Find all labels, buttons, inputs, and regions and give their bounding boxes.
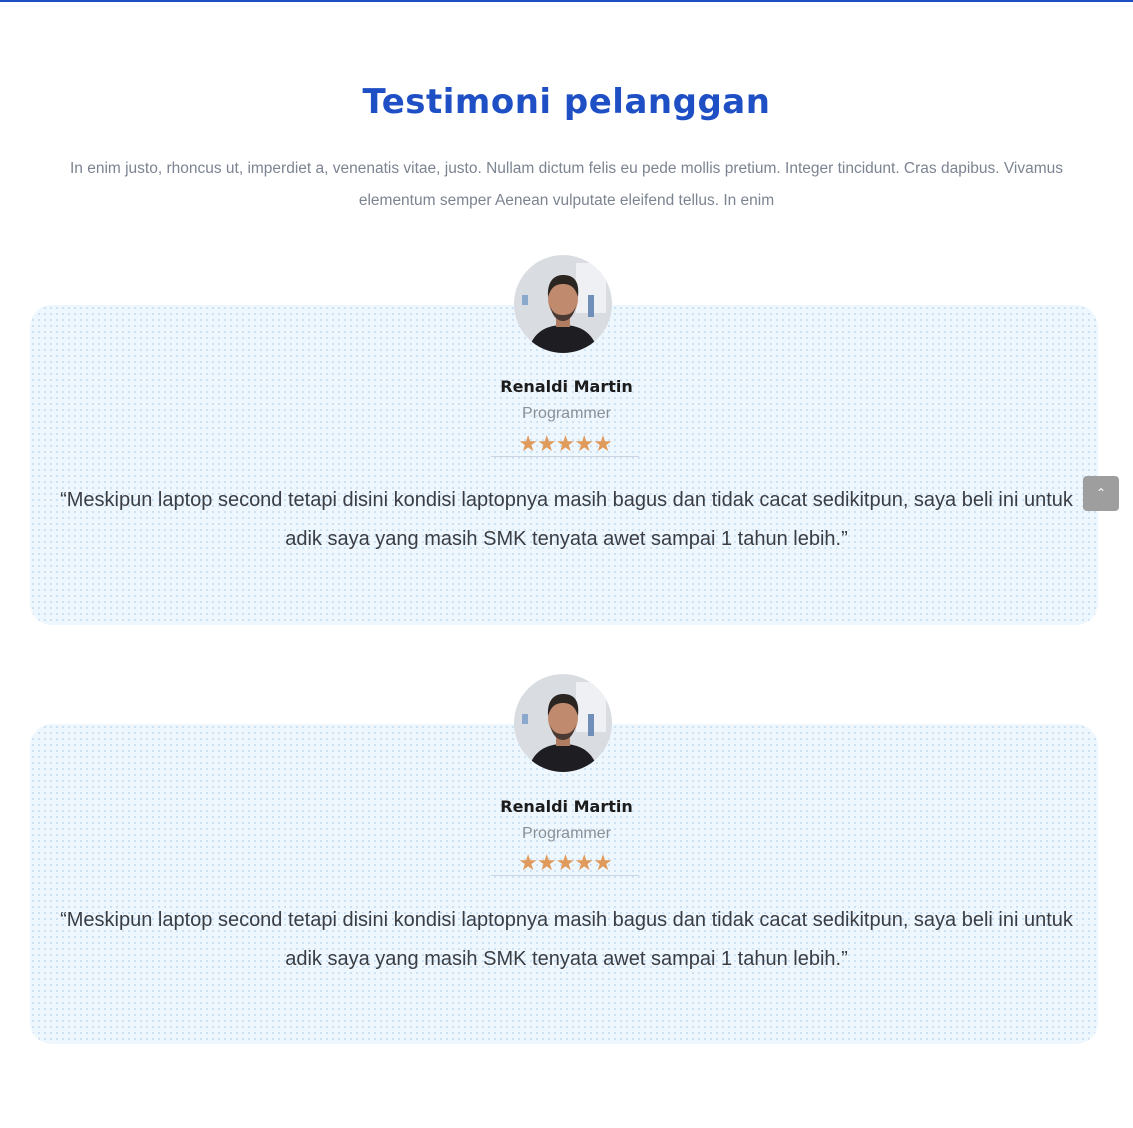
section-title: Testimoni pelanggan <box>362 82 771 122</box>
testimonial-quote: “Meskipun laptop second tetapi disini ko… <box>60 909 1073 970</box>
star-rating: ★★★★★ <box>491 433 639 457</box>
testimonial-name: Renaldi Martin <box>500 377 633 396</box>
avatar <box>514 674 612 772</box>
testimonial-role: Programmer <box>522 405 611 422</box>
testimonial-card <box>30 724 1098 1044</box>
testimonial-role: Programmer <box>522 825 611 842</box>
star-rating: ★★★★★ <box>491 852 639 876</box>
scroll-top-button[interactable]: ⌃ <box>1083 476 1119 511</box>
section-intro: In enim justo, rhoncus ut, imperdiet a, … <box>69 160 1064 209</box>
testimonial-card <box>30 305 1098 625</box>
avatar <box>514 255 612 353</box>
testimonial-quote: “Meskipun laptop second tetapi disini ko… <box>60 489 1073 550</box>
testimonial-name: Renaldi Martin <box>500 797 633 816</box>
top-accent-line <box>0 0 1133 2</box>
chevron-up-icon: ⌃ <box>1095 486 1107 500</box>
